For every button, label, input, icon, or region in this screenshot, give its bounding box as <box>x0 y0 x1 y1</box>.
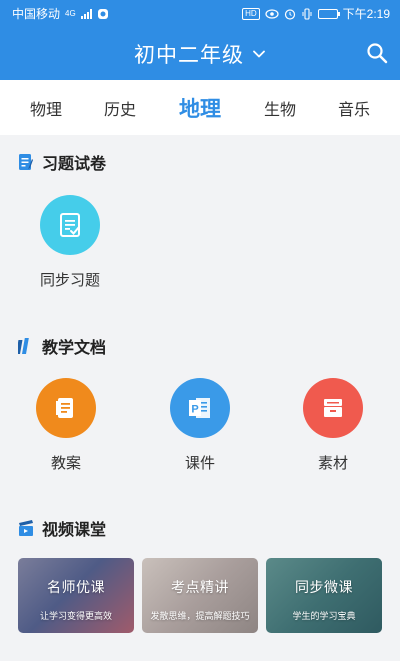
section-header-videos: 视频课堂 <box>18 516 106 540</box>
eye-icon <box>265 8 279 19</box>
card-subtitle: 发散思维，提高解题技巧 <box>150 611 250 621</box>
item-label: 素材 <box>317 455 348 472</box>
item-label: 教案 <box>50 455 81 472</box>
network-type-label: 4G <box>65 9 76 18</box>
section-header-exercises: 习题试卷 <box>18 150 106 174</box>
video-clapper-icon <box>19 520 33 536</box>
tab-physics[interactable]: 物理 <box>24 96 68 120</box>
tab-music[interactable]: 音乐 <box>332 96 376 120</box>
card-title: 同步微课 <box>295 579 353 595</box>
shield-app-icon <box>97 8 108 19</box>
video-card-master-class[interactable]: 名师优课 让学习变得更高效 <box>18 558 134 633</box>
grade-selector[interactable]: 初中二年级 <box>0 27 400 80</box>
section-title: 视频课堂 <box>42 522 107 539</box>
card-subtitle: 让学习变得更高效 <box>39 611 112 621</box>
books-icon <box>18 338 29 354</box>
svg-text:P: P <box>191 404 198 416</box>
materials-item[interactable]: 素材 <box>273 378 393 473</box>
status-bar: 中国移动 4G HD 下午2:19 <box>0 0 400 27</box>
app-bar: 初中二年级 <box>0 27 400 80</box>
tab-geography[interactable]: 地理 <box>172 93 228 123</box>
grade-title: 初中二年级 <box>134 43 244 67</box>
item-label: 课件 <box>184 455 215 472</box>
section-title: 教学文档 <box>42 340 107 357</box>
hd-badge: HD <box>242 7 260 20</box>
battery-icon <box>317 8 340 19</box>
archive-box-icon <box>303 378 363 438</box>
subject-tabs: 物理 历史 地理 生物 音乐 <box>0 80 400 135</box>
vibrate-icon <box>302 7 312 20</box>
lesson-plan-icon <box>36 378 96 438</box>
tab-history[interactable]: 历史 <box>98 96 142 120</box>
card-title: 考点精讲 <box>171 579 229 595</box>
chevron-down-icon <box>253 50 265 57</box>
card-subtitle: 学生的学习宝典 <box>292 611 356 621</box>
lesson-plan-item[interactable]: 教案 <box>6 378 126 473</box>
tab-biology[interactable]: 生物 <box>258 96 302 120</box>
signal-icon <box>80 8 92 19</box>
video-card-key-points[interactable]: 考点精讲 发散思维，提高解题技巧 <box>142 558 258 633</box>
sync-exercise-item[interactable]: 同步习题 <box>10 195 130 290</box>
section-header-documents: 教学文档 <box>18 334 106 358</box>
card-title: 名师优课 <box>47 579 105 595</box>
video-card-micro-class[interactable]: 同步微课 学生的学习宝典 <box>266 558 382 633</box>
notepad-icon <box>19 154 33 170</box>
section-title: 习题试卷 <box>42 156 107 173</box>
checklist-icon <box>40 195 100 255</box>
carrier-label: 中国移动 <box>12 7 61 21</box>
clock-label: 下午2:19 <box>342 7 390 21</box>
search-icon[interactable] <box>366 42 388 64</box>
powerpoint-icon: P <box>170 378 230 438</box>
alarm-icon <box>284 8 295 20</box>
courseware-item[interactable]: P 课件 <box>140 378 260 473</box>
item-label: 同步习题 <box>39 272 100 289</box>
